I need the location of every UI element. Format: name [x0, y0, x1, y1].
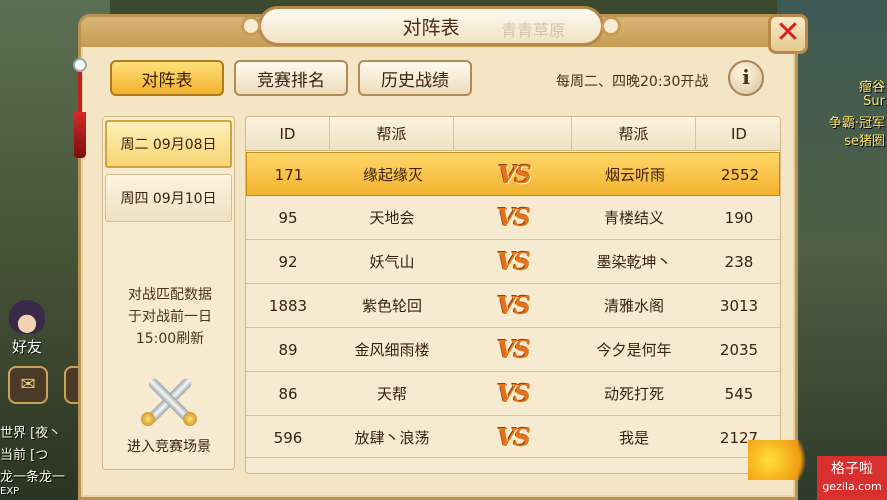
right-guild-name: 烟云听雨 [604, 166, 665, 184]
left-guild-name: 缘起缘灭 [362, 166, 423, 184]
chat-line: 龙一条龙一 [0, 470, 66, 485]
enter-arena-button[interactable]: 进入竞赛场景 [104, 372, 234, 462]
left-guild-name: 金风细雨楼 [354, 341, 430, 359]
right-guild-id: 190 [724, 209, 754, 227]
tab-label: 历史战绩 [381, 70, 449, 91]
schedule-text: 每周二、四晚20:30开战 [556, 74, 709, 90]
chat-bubble-icon: ✉ [20, 374, 36, 395]
right-guild-id: 2035 [719, 341, 759, 359]
friends-label: 好友 [11, 338, 42, 356]
date-item-thursday[interactable]: 周四 09月10日 [105, 174, 232, 222]
tassel-ornament [72, 58, 88, 168]
table-row[interactable]: 92 妖气山 VS 墨染乾坤丶 238 [246, 240, 780, 284]
column-header-id-right: ID [731, 125, 747, 143]
watermark-title: 格子啦 [831, 461, 873, 477]
left-guild-id: 596 [273, 429, 303, 447]
right-guild-name: 墨染乾坤丶 [596, 253, 672, 271]
tab-rankings[interactable]: 竞赛排名 [234, 60, 348, 96]
chat-button[interactable]: ✉ [8, 366, 48, 404]
column-header-id-left: ID [246, 117, 330, 151]
crossed-swords-icon [139, 372, 199, 428]
scene-label: se猪圈 [844, 134, 885, 149]
left-guild-id: 86 [278, 385, 298, 403]
right-guild-name: 我是 [618, 429, 649, 447]
exp-label: EXP [0, 486, 20, 497]
chat-line: 当前 [つ [0, 448, 49, 463]
friends-button[interactable]: 好友 [6, 300, 48, 356]
right-guild-id: 545 [724, 385, 754, 403]
dialog-title: 对阵表 [402, 16, 460, 39]
right-guild-id: 238 [724, 253, 754, 271]
right-guild-id: 3013 [719, 297, 759, 315]
left-guild-id: 92 [278, 253, 298, 271]
right-guild-id: 2552 [720, 166, 760, 184]
vs-icon: VS [497, 203, 531, 232]
table-row-partial [246, 457, 780, 473]
watermark: 格子啦 gezila.com [817, 456, 887, 500]
chat-line: 世界 [夜丶 [0, 426, 62, 441]
ornament-icon [241, 16, 261, 36]
watermark-url: gezila.com [822, 480, 882, 493]
scene-label: 争霸·冠军 [828, 116, 885, 131]
avatar-icon [9, 300, 45, 334]
table-row[interactable]: 171 缘起缘灭 VS 烟云听雨 2552 [246, 152, 780, 196]
left-guild-id: 1883 [268, 297, 308, 315]
event-badge-icon [748, 440, 818, 480]
table-row[interactable]: 1883 紫色轮回 VS 清雅水阁 3013 [246, 284, 780, 328]
note-line: 对战匹配数据 [128, 287, 212, 303]
note-line: 15:00刷新 [135, 331, 205, 347]
info-button[interactable]: i [728, 60, 764, 96]
vs-icon: VS [497, 335, 531, 364]
dialog-title-plaque: 对阵表 青青草原 [241, 6, 621, 46]
vs-icon: VS [498, 160, 532, 189]
tab-label: 竞赛排名 [257, 70, 325, 91]
right-guild-name: 青楼结义 [603, 209, 664, 227]
left-guild-id: 171 [274, 166, 304, 184]
tab-label: 对阵表 [141, 70, 193, 91]
left-guild-name: 妖气山 [369, 253, 415, 271]
tab-history[interactable]: 历史战绩 [358, 60, 472, 96]
right-guild-name: 动死打死 [603, 385, 664, 403]
date-label: 周二 09月08日 [120, 137, 217, 153]
column-header-guild-left: 帮派 [330, 117, 454, 151]
vs-icon: VS [497, 423, 531, 452]
left-guild-name: 天帮 [376, 385, 407, 403]
scene-label: Sur [863, 94, 885, 109]
date-label: 周四 09月10日 [120, 191, 217, 207]
column-header-guild-right: 帮派 [572, 117, 696, 151]
refresh-note: 对战匹配数据 于对战前一日 15:00刷新 [105, 284, 235, 350]
close-button[interactable]: ✕ [768, 14, 808, 54]
vs-icon: VS [497, 291, 531, 320]
info-icon: i [742, 65, 750, 89]
title-decoration: 青青草原 [500, 21, 565, 40]
column-header-vs [454, 117, 572, 151]
tab-matchups[interactable]: 对阵表 [110, 60, 224, 96]
right-guild-name: 清雅水阁 [603, 297, 664, 315]
table-header: ID 帮派 帮派 ID [246, 117, 780, 151]
left-guild-id: 89 [278, 341, 298, 359]
left-guild-name: 天地会 [369, 209, 415, 227]
note-line: 于对战前一日 [128, 309, 212, 325]
table-row[interactable]: 89 金风细雨楼 VS 今夕是何年 2035 [246, 328, 780, 372]
right-guild-name: 今夕是何年 [596, 341, 672, 359]
table-row[interactable]: 596 放肆丶浪荡 VS 我是 2127 [246, 416, 780, 460]
date-item-tuesday[interactable]: 周二 09月08日 [105, 120, 232, 168]
table-row[interactable]: 95 天地会 VS 青楼结义 190 [246, 196, 780, 240]
left-guild-name: 紫色轮回 [361, 297, 422, 315]
enter-arena-label: 进入竞赛场景 [127, 439, 211, 455]
table-row[interactable]: 86 天帮 VS 动死打死 545 [246, 372, 780, 416]
vs-icon: VS [497, 379, 531, 408]
ornament-icon [601, 16, 621, 36]
left-guild-name: 放肆丶浪荡 [354, 429, 430, 447]
close-icon: ✕ [775, 15, 801, 50]
matchup-table: ID 帮派 帮派 ID 171 缘起缘灭 VS 烟云听雨 2552 95 天地会 VS 青楼结义… [245, 116, 781, 474]
scene-label: 瘤谷 [858, 80, 885, 95]
left-guild-id: 95 [278, 209, 298, 227]
vs-icon: VS [497, 247, 531, 276]
